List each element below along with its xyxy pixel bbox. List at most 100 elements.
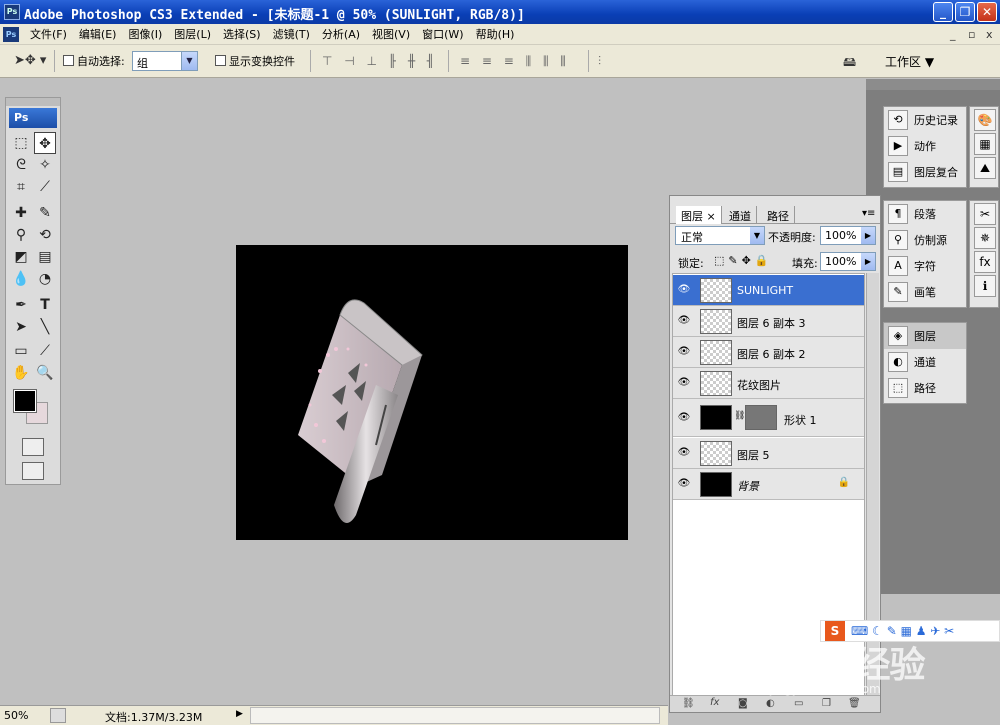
dock-item-paragraph[interactable]: ¶ 段落	[884, 201, 966, 227]
dock-item-history[interactable]: ⟲ 历史记录	[884, 107, 966, 133]
document-canvas[interactable]	[236, 245, 628, 540]
layer-row[interactable]: 👁 图层 6 副本 3	[673, 306, 864, 337]
dock-item-paths[interactable]: ⬚ 路径	[884, 375, 966, 401]
zoom-tool-icon[interactable]: 🔍	[34, 362, 56, 384]
doc-restore-button[interactable]: ▫	[968, 28, 975, 41]
add-mask-icon[interactable]: ◙	[738, 698, 748, 709]
link-layers-icon[interactable]: ⛓	[682, 698, 695, 709]
dodge-tool-icon[interactable]: ◔	[34, 268, 56, 290]
layer-style-icon[interactable]: fx	[710, 697, 719, 708]
layer-row[interactable]: 👁 背景 🔒	[673, 469, 864, 500]
path-selection-tool-icon[interactable]: ➤	[10, 316, 32, 338]
dock-collapse-bar[interactable]	[866, 79, 1000, 90]
bridge-icon[interactable]: 🖴	[843, 53, 856, 75]
menu-image[interactable]: 图像(I)	[122, 27, 168, 42]
dock-item-clone-source[interactable]: ⚲ 仿制源	[884, 227, 966, 253]
gradient-tool-icon[interactable]: ▤	[34, 246, 56, 268]
opacity-input[interactable]: 100% ▶	[820, 226, 876, 245]
type-tool-icon[interactable]: T	[34, 294, 56, 316]
navigator-icon[interactable]: ⛰	[974, 157, 996, 179]
dock-item-channels[interactable]: ◐ 通道	[884, 349, 966, 375]
eraser-tool-icon[interactable]: ◩	[10, 246, 32, 268]
close-button[interactable]: ✕	[977, 2, 997, 22]
notes-tool-icon[interactable]: ▭	[10, 340, 32, 362]
horizontal-scrollbar[interactable]	[250, 707, 660, 724]
layer-row[interactable]: 👁 图层 5	[673, 438, 864, 469]
tool-presets-icon[interactable]: ✂	[974, 203, 996, 225]
layer-row[interactable]: 👁 花纹图片	[673, 368, 864, 399]
line-tool-icon[interactable]: ╲	[34, 316, 56, 338]
fill-input[interactable]: 100% ▶	[820, 252, 876, 271]
visibility-eye-icon[interactable]: 👁	[677, 477, 691, 491]
menu-view[interactable]: 视图(V)	[366, 27, 416, 42]
visibility-eye-icon[interactable]: 👁	[677, 314, 691, 328]
crop-tool-icon[interactable]: ⌗	[10, 176, 32, 198]
status-nav-icon[interactable]	[50, 708, 66, 723]
visibility-eye-icon[interactable]: 👁	[677, 446, 691, 460]
menu-analysis[interactable]: 分析(A)	[316, 27, 366, 42]
blend-mode-dropdown[interactable]: 正常 ▼	[675, 226, 765, 245]
info-settings-icon[interactable]: ✵	[974, 227, 996, 249]
layer-row[interactable]: 👁 SUNLIGHT	[673, 275, 864, 306]
dock-item-brushes[interactable]: ✎ 画笔	[884, 279, 966, 305]
lasso-tool-icon[interactable]: ᘓ	[10, 154, 32, 176]
tools-grip[interactable]	[6, 98, 60, 106]
swatches-icon[interactable]: ▦	[974, 133, 996, 155]
dock-item-layers[interactable]: ◈ 图层	[884, 323, 966, 349]
hand-tool-icon[interactable]: ✋	[10, 362, 32, 384]
layer-row[interactable]: 👁 ⛓ 形状 1	[673, 399, 864, 437]
brush-tool-icon[interactable]: ✎	[34, 202, 56, 224]
menu-layer[interactable]: 图层(L)	[168, 27, 217, 42]
visibility-eye-icon[interactable]: 👁	[677, 411, 691, 425]
visibility-eye-icon[interactable]: 👁	[677, 283, 691, 297]
blur-tool-icon[interactable]: 💧	[10, 268, 32, 290]
info-icon[interactable]: ℹ	[974, 275, 996, 297]
color-icon[interactable]: 🎨	[974, 109, 996, 131]
tab-layers[interactable]: 图层 ×	[676, 206, 722, 224]
screen-mode-button[interactable]	[22, 462, 44, 480]
clone-stamp-tool-icon[interactable]: ⚲	[10, 224, 32, 246]
styles-icon[interactable]: fx	[974, 251, 996, 273]
align-buttons-icon[interactable]: ⊤ ⊣ ⊥ ╟ ╫ ╢	[322, 54, 438, 68]
magic-wand-tool-icon[interactable]: ✧	[34, 154, 56, 176]
dock-item-actions[interactable]: ▶ 动作	[884, 133, 966, 159]
tab-paths[interactable]: 路径	[762, 206, 795, 224]
menu-window[interactable]: 窗口(W)	[416, 27, 469, 42]
history-brush-tool-icon[interactable]: ⟲	[34, 224, 56, 246]
minimize-button[interactable]: _	[933, 2, 953, 22]
foreground-color-swatch[interactable]	[13, 389, 37, 413]
auto-align-icon[interactable]: ⫶	[598, 54, 605, 69]
doc-close-button[interactable]: x	[986, 28, 993, 41]
healing-brush-tool-icon[interactable]: ✚	[10, 202, 32, 224]
menu-filter[interactable]: 滤镜(T)	[267, 27, 316, 42]
adjustment-layer-icon[interactable]: ◐	[766, 698, 775, 709]
marquee-tool-icon[interactable]: ⬚	[10, 132, 32, 154]
visibility-eye-icon[interactable]: 👁	[677, 376, 691, 390]
auto-select-dropdown[interactable]: 组 ▼	[132, 51, 198, 71]
new-layer-icon[interactable]: ❐	[822, 698, 831, 709]
distribute-buttons-icon[interactable]: ≡ ≡ ≡ ⫼ ⫼ ⫼	[460, 54, 570, 69]
workspace-menu[interactable]: 工作区 ▼	[885, 53, 934, 70]
maximize-button[interactable]: ❐	[955, 2, 975, 22]
move-tool-preset-icon[interactable]: ➤✥ ▾	[14, 53, 46, 68]
quick-mask-button[interactable]	[22, 438, 44, 456]
trash-icon[interactable]: 🗑	[848, 698, 861, 709]
auto-select-checkbox[interactable]	[63, 55, 74, 66]
menu-help[interactable]: 帮助(H)	[470, 27, 521, 42]
doc-minimize-button[interactable]: _	[950, 28, 956, 41]
dock-item-character[interactable]: A 字符	[884, 253, 966, 279]
move-tool-icon[interactable]: ✥	[34, 132, 56, 154]
show-transform-checkbox[interactable]	[215, 55, 226, 66]
tab-channels[interactable]: 通道	[724, 206, 757, 224]
new-group-icon[interactable]: ▭	[794, 698, 803, 709]
zoom-level[interactable]: 50%	[4, 709, 28, 722]
slice-tool-icon[interactable]: ⟋	[34, 176, 56, 198]
menu-select[interactable]: 选择(S)	[217, 27, 267, 42]
ps-menu-icon[interactable]: Ps	[3, 27, 19, 42]
dock-item-layer-comps[interactable]: ▤ 图层复合	[884, 159, 966, 185]
status-menu-arrow-icon[interactable]: ▶	[236, 709, 243, 719]
menu-edit[interactable]: 编辑(E)	[73, 27, 123, 42]
pen-tool-icon[interactable]: ✒	[10, 294, 32, 316]
eyedropper-tool-icon[interactable]: ⟋	[34, 340, 56, 362]
panel-menu-icon[interactable]: ▾≡	[862, 208, 875, 219]
